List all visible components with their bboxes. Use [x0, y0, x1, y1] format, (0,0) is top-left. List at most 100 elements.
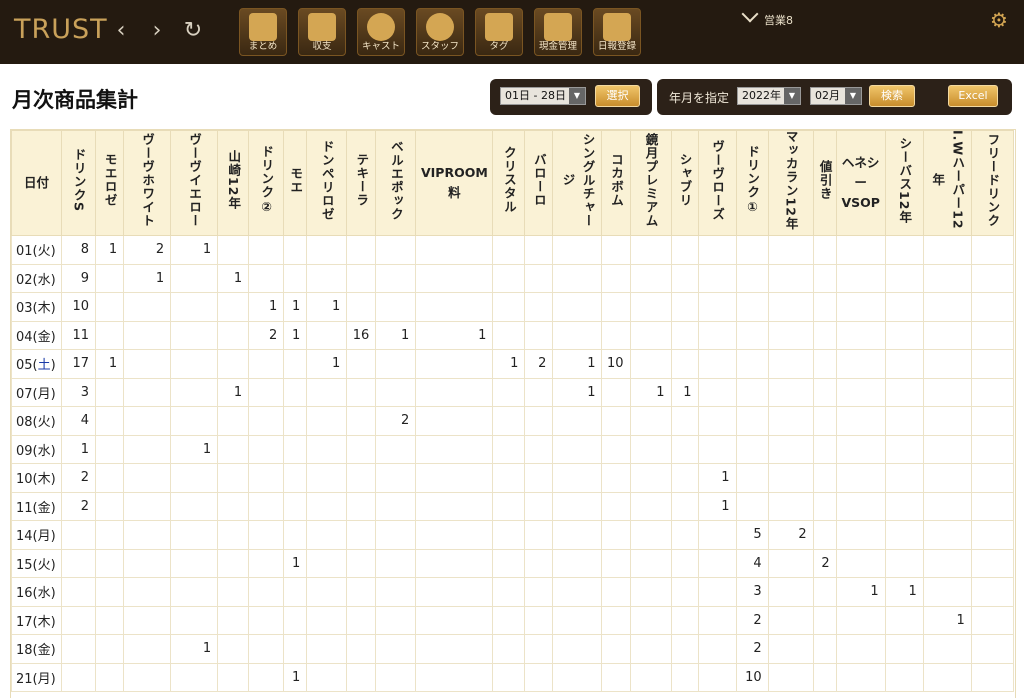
quantity-cell [492, 235, 526, 265]
quantity-cell: 8 [61, 235, 97, 265]
quantity-cell [601, 520, 631, 550]
date-cell: 21(月) [11, 662, 63, 692]
table-row: 15(火) 1 4 2 [11, 548, 1015, 578]
quantity-cell: 1 [217, 263, 250, 293]
quantity-cell [524, 263, 554, 293]
date-range-select[interactable]: 01日 - 28日 ▼ [500, 87, 586, 105]
quantity-cell [922, 292, 972, 322]
quantity-cell: 1 [283, 662, 308, 692]
quantity-cell [217, 634, 250, 664]
shift-dropdown[interactable]: 営業8 [741, 5, 793, 28]
quantity-value: 11 [72, 327, 90, 343]
quantity-cell [812, 263, 837, 293]
quantity-cell: 2 [524, 349, 554, 379]
back-arrow-icon[interactable]: ‹ [110, 18, 132, 44]
quantity-cell [767, 662, 814, 692]
quantity-cell [835, 463, 886, 493]
quantity-cell [306, 377, 348, 407]
nav-cast-button[interactable]: キャスト [357, 8, 405, 56]
search-button[interactable]: 検索 [869, 85, 915, 107]
quantity-cell: 1 [95, 235, 125, 265]
quantity-cell [283, 577, 308, 607]
excel-export-button[interactable]: Excel [948, 85, 998, 107]
quantity-cell [306, 463, 348, 493]
select-button[interactable]: 選択 [595, 85, 640, 107]
bar-chart-icon [308, 13, 336, 41]
quantity-cell [170, 520, 219, 550]
column-header-label: モエ [288, 166, 304, 194]
quantity-cell: 2 [735, 605, 769, 635]
nav-staff-button[interactable]: スタッフ [416, 8, 464, 56]
nav-summary-label: まとめ [248, 41, 278, 52]
column-header-label: 鏡月プレミアム [643, 132, 659, 228]
quantity-cell [61, 548, 97, 578]
quantity-cell [970, 377, 1015, 407]
quantity-cell [346, 406, 377, 436]
quantity-cell [524, 577, 554, 607]
quantity-cell [248, 377, 285, 407]
table-row: 08(火) 4 2 [11, 406, 1015, 436]
quantity-cell [812, 605, 837, 635]
quantity-cell: 5 [735, 520, 769, 550]
table-row: 17(木) 2 1 [11, 605, 1015, 635]
nav-income-button[interactable]: 収支 [298, 8, 346, 56]
year-select[interactable]: 2022年 ▼ [737, 87, 801, 105]
quantity-cell [629, 491, 672, 521]
quantity-cell [835, 406, 886, 436]
gear-icon[interactable]: ⚙ [990, 10, 1010, 30]
quantity-cell [884, 235, 924, 265]
quantity-cell [601, 634, 631, 664]
column-header-label: ドリンク① [745, 145, 761, 215]
column-header-label: ヴーヴイエロー [187, 132, 203, 228]
column-header: シーバス12年 [884, 130, 924, 236]
quantity-cell [306, 434, 348, 464]
quantity-cell [283, 491, 308, 521]
column-header: モエロゼ [95, 130, 125, 236]
quantity-cell [375, 235, 417, 265]
table-row: 07(月) 3 1 1 1 1 [11, 377, 1015, 407]
quantity-cell [670, 406, 699, 436]
table-row: 04(金) 11 2 1 16 1 1 [11, 320, 1015, 350]
nav-summary-button[interactable]: まとめ [239, 8, 287, 56]
quantity-cell [552, 434, 603, 464]
quantity-cell [629, 520, 672, 550]
table-row: 05(土) 17 1 1 1 2 1 10 [11, 349, 1015, 379]
monthly-product-table-container[interactable]: 日付 ドリンクS モエロゼ ヴーヴホワイト ヴーヴイエロー 山崎12年 ドリンク② モエ ドンペ… [10, 129, 1016, 698]
nav-daily-report-button[interactable]: 日報登録 [593, 8, 641, 56]
month-select[interactable]: 02月 ▼ [810, 87, 862, 105]
quantity-value: 4 [80, 413, 90, 429]
quantity-cell: 1 [884, 577, 924, 607]
refresh-icon[interactable]: ↻ [182, 18, 204, 44]
quantity-value: 3 [753, 584, 762, 600]
table-row: 16(水) 3 1 1 [11, 577, 1015, 607]
quantity-cell [629, 263, 672, 293]
quantity-cell: 4 [61, 406, 97, 436]
quantity-cell [735, 434, 769, 464]
quantity-cell: 1 [170, 235, 219, 265]
quantity-value: 2 [753, 641, 762, 657]
column-header-label: ドリンク② [259, 145, 275, 215]
quantity-cell [95, 548, 125, 578]
quantity-value: 1 [291, 555, 301, 571]
quantity-cell [61, 634, 97, 664]
quantity-cell [492, 263, 526, 293]
quantity-cell [415, 235, 494, 265]
quantity-cell [835, 349, 886, 379]
quantity-cell: 1 [170, 634, 219, 664]
quantity-cell [283, 263, 308, 293]
quantity-cell [629, 320, 672, 350]
nav-cash-button[interactable]: 現金管理 [534, 8, 582, 56]
quantity-value: 1 [478, 327, 487, 343]
quantity-cell [629, 292, 672, 322]
forward-arrow-icon[interactable]: › [146, 18, 168, 44]
quantity-cell [767, 548, 814, 578]
quantity-cell [552, 320, 603, 350]
quantity-cell [970, 577, 1015, 607]
nav-tag-button[interactable]: タグ [475, 8, 523, 56]
quantity-cell [61, 520, 97, 550]
quantity-cell [95, 320, 125, 350]
quantity-cell [629, 463, 672, 493]
quantity-value: 2 [798, 527, 807, 543]
app-logo[interactable]: TRUST [14, 14, 108, 45]
quantity-cell: 1 [697, 491, 737, 521]
